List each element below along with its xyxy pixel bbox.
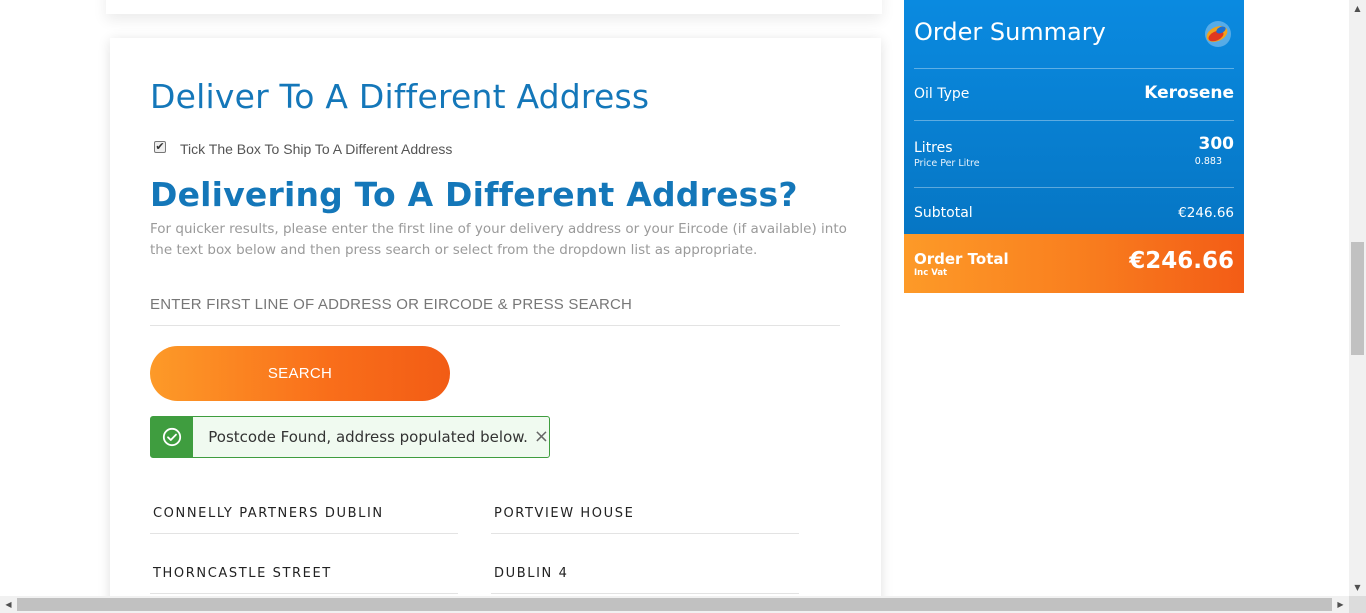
scrollbar-corner [1349,596,1366,613]
order-total-value: €246.66 [1129,248,1234,274]
scroll-up-arrow-icon[interactable]: ▲ [1349,0,1366,17]
page-margin [0,0,106,613]
address-line-4[interactable]: DUBLIN 4 [491,552,799,594]
scroll-left-arrow-icon[interactable]: ◀ [0,596,17,613]
previous-section-card [106,0,882,14]
oil-drop-logo-icon [1203,19,1233,49]
oil-type-label: Oil Type [914,86,970,102]
order-summary-title: Order Summary [914,18,1106,46]
price-per-litre-value: 0.883 [1194,156,1222,167]
horizontal-scroll-thumb[interactable] [17,598,1332,611]
alert-message: Postcode Found, address populated below. [208,428,528,446]
address-line-1[interactable]: CONNELLY PARTNERS DUBLIN [150,492,458,534]
deliver-different-address-heading: Deliver To A Different Address [150,77,650,116]
check-circle-icon [151,417,194,457]
subtotal-label: Subtotal [914,205,973,221]
ship-different-address-label[interactable]: Tick The Box To Ship To A Different Addr… [180,141,452,157]
price-per-litre-label: Price Per Litre [914,158,980,169]
address-line-3[interactable]: THORNCASTLE STREET [150,552,458,594]
postcode-found-alert: Postcode Found, address populated below.… [150,416,550,458]
summary-divider [914,68,1234,69]
address-help-text: For quicker results, please enter the fi… [150,221,847,258]
scroll-right-arrow-icon[interactable]: ▶ [1332,596,1349,613]
scroll-down-arrow-icon[interactable]: ▼ [1349,579,1366,596]
summary-divider [914,187,1234,188]
search-button[interactable]: SEARCH [150,346,450,401]
address-line-2[interactable]: PORTVIEW HOUSE [491,492,799,534]
delivering-different-address-heading: Delivering To A Different Address? [150,175,798,214]
litres-label: Litres [914,140,953,156]
oil-type-value: Kerosene [1144,83,1234,103]
vertical-scroll-thumb[interactable] [1351,242,1364,355]
summary-divider [914,120,1234,121]
close-icon[interactable]: × [534,428,549,446]
address-search-input[interactable] [150,284,840,326]
ship-different-address-checkbox[interactable]: ✔ [154,141,166,153]
subtotal-value: €246.66 [1178,205,1234,221]
order-total-label: Order Total [914,250,1009,268]
inc-vat-label: Inc Vat [914,268,948,278]
litres-value: 300 [1198,134,1235,154]
